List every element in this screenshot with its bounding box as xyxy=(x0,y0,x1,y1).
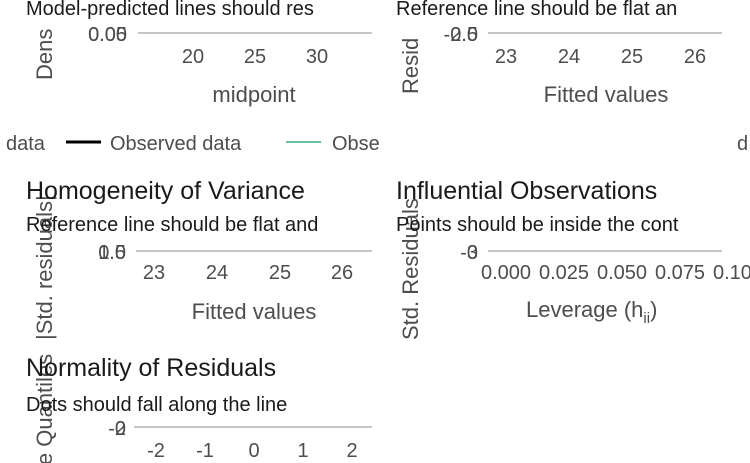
legend-label: Observed data xyxy=(110,133,242,155)
panel-posterior-predictive-check: Model-predicted lines should res 0.00 0.… xyxy=(26,0,372,107)
panel-2-y-axis-title: Resid xyxy=(398,38,423,94)
panel-4-x-tick: 0.075 xyxy=(655,262,705,284)
panel-normality-of-residuals: le Quantiles Normality of Residuals Dots… xyxy=(26,354,372,463)
panel-homogeneity-of-variance: |Std. residuals| Homogeneity of Variance… xyxy=(26,177,372,340)
panel-5-title: Normality of Residuals xyxy=(26,354,276,382)
panel-5-x-tick: 1 xyxy=(297,440,308,462)
panel-4-y-tick: 0 xyxy=(467,242,478,264)
panel-4-x-axis-title-sub: ii xyxy=(643,310,650,327)
panel-1-x-axis-title: midpoint xyxy=(212,82,295,107)
panel-linearity: Reference line should be flat an -2.5 0.… xyxy=(396,0,722,107)
panel-1-x-tick: 25 xyxy=(244,46,266,68)
panel-3-subtitle: Reference line should be flat and xyxy=(26,214,318,236)
panel-2-subtitle: Reference line should be flat an xyxy=(396,0,677,20)
panel-3-x-tick: 23 xyxy=(143,262,165,284)
panel-1-x-tick: 20 xyxy=(182,46,204,68)
panel-3-x-tick: 26 xyxy=(331,262,353,284)
panel-5-y-tick: 0 xyxy=(115,418,126,440)
panel-3-x-tick: 25 xyxy=(269,262,291,284)
panel-3-x-tick: 24 xyxy=(206,262,228,284)
panel-1-subtitle: Model-predicted lines should res xyxy=(26,0,314,20)
panel-1-x-tick: 30 xyxy=(306,46,328,68)
panel-4-x-axis-title-main: Leverage (h xyxy=(526,297,643,322)
panel-4-x-tick: 0.025 xyxy=(539,262,589,284)
legend-label: d xyxy=(737,133,748,155)
panel-2-x-axis-title: Fitted values xyxy=(544,82,669,107)
panel-3-x-axis-title: Fitted values xyxy=(192,299,317,324)
diagnostic-plots-canvas: Model-predicted lines should res 0.0 0 0.… xyxy=(0,0,750,463)
panel-4-subtitle: Points should be inside the cont xyxy=(396,214,679,236)
panel-4-x-axis-title: Leverage (hii) xyxy=(526,297,657,327)
panel-5-x-tick: -2 xyxy=(147,440,165,462)
panel-4-x-tick: 0.050 xyxy=(597,262,647,284)
panel-2-y-tick: 0.0 xyxy=(450,24,478,46)
panel-3-title: Homogeneity of Variance xyxy=(26,177,305,205)
panel-5-x-tick: 0 xyxy=(248,440,259,462)
panel-4-x-tick: 0.100 xyxy=(713,262,750,284)
panel-1-y-axis-title: Dens xyxy=(32,29,57,80)
panel-2-x-tick: 23 xyxy=(495,46,517,68)
legend: l data Observed data Obse d xyxy=(0,133,748,155)
panel-5-x-tick: -1 xyxy=(196,440,214,462)
legend-label: Obse xyxy=(332,133,380,155)
panel-4-title: Influential Observations xyxy=(396,177,657,205)
panel-5-x-tick: 2 xyxy=(346,440,357,462)
panel-4-x-tick: 0.000 xyxy=(481,262,531,284)
panel-2-x-tick: 24 xyxy=(558,46,580,68)
panel-5-subtitle: Dots should fall along the line xyxy=(26,394,287,416)
panel-4-x-axis-title-end: ) xyxy=(650,297,657,322)
panel-influential-observations: Std. Residuals Influential Observations … xyxy=(396,177,750,340)
panel-2-x-tick: 26 xyxy=(684,46,706,68)
panel-2-x-tick: 25 xyxy=(621,46,643,68)
panel-3-y-tick: 1.5 xyxy=(98,242,126,264)
legend-label: l data xyxy=(0,133,46,155)
panel-1-y-tick: 0.05 xyxy=(88,24,127,46)
